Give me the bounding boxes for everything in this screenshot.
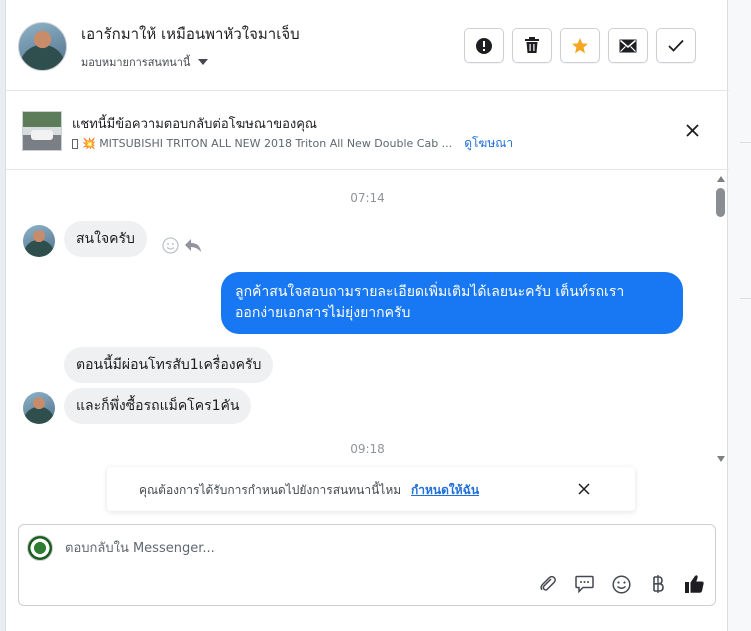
contact-avatar[interactable] [18, 22, 67, 71]
mark-done-button[interactable] [656, 28, 696, 63]
exclamation-circle-icon [476, 37, 492, 54]
scroll-up-arrow-icon[interactable] [717, 176, 725, 182]
ad-thumbnail[interactable] [22, 111, 62, 151]
outgoing-message-line: ออกง่ายเอกสารไม่ยุ่งยากครับ [235, 305, 411, 321]
message-thread: 07:14 สนใจครับ ลูกค้าสนใจสอบถามรายละเอีย… [6, 171, 729, 463]
conversation-header: เอารักมาให้ เหมือนพาหัวใจมาเจ็บ มอบหมายก… [6, 0, 729, 91]
reply-input[interactable] [65, 537, 685, 559]
envelope-icon [619, 39, 637, 52]
ad-reply-banner: แชทนี้มีข้อความตอบกลับต่อโฆษณาของคุณ 💥 M… [6, 92, 729, 170]
assign-label: มอบหมายการสนทนานี้ [81, 56, 191, 69]
timestamp: 07:14 [350, 191, 385, 205]
scroll-down-arrow-icon[interactable] [717, 456, 725, 462]
ad-name: 💥 MITSUBISHI TRITON ALL NEW 2018 Triton … [82, 137, 453, 150]
sender-avatar [23, 225, 55, 257]
reply-composer [18, 524, 716, 606]
outgoing-message-line: ลูกค้าสนใจสอบถามรายละเอียดเพิ่มเติมได้เล… [235, 284, 625, 300]
outgoing-message: ลูกค้าสนใจสอบถามรายละเอียดเพิ่มเติมได้เล… [221, 272, 683, 334]
missing-glyph-icon [72, 138, 78, 149]
close-notice-button[interactable] [575, 480, 593, 498]
assign-notice-text: คุณต้องการได้รับการกำหนดไปยังการสนทนานี้… [139, 481, 479, 500]
assign-dropdown[interactable]: มอบหมายการสนทนานี้ [81, 53, 209, 71]
divider [740, 298, 751, 299]
attach-button[interactable] [537, 573, 559, 595]
assign-notice-question: คุณต้องการได้รับการกำหนดไปยังการสนทนานี้… [139, 483, 402, 497]
star-button[interactable] [560, 28, 600, 63]
ad-banner-title: แชทนี้มีข้อความตอบกลับต่อโฆษณาของคุณ [72, 117, 317, 132]
incoming-message: และก็พึ่งซื้อรถแม็คโคร1คัน [64, 388, 252, 424]
paperclip-icon [540, 575, 556, 591]
assign-to-me-link[interactable]: กำหนดให้ฉัน [411, 483, 479, 497]
report-button[interactable] [464, 28, 504, 63]
incoming-message: สนใจครับ [64, 221, 147, 257]
caret-down-icon [198, 59, 209, 65]
incoming-message: ตอนนี้มีผ่อนโทรสับ1เครื่องครับ [64, 347, 274, 383]
trash-icon [525, 37, 539, 53]
assign-notice: คุณต้องการได้รับการกำหนดไปยังการสนทนานี้… [107, 467, 635, 511]
timestamp: 09:18 [350, 442, 385, 456]
thumbs-up-icon [684, 575, 704, 593]
baht-icon [653, 575, 664, 593]
scroll-thumb[interactable] [716, 188, 725, 217]
reply-icon[interactable] [184, 236, 202, 254]
delete-button[interactable] [512, 28, 552, 63]
view-ad-link[interactable]: ดูโฆษณา [464, 134, 513, 153]
reaction-smiley-icon[interactable] [161, 236, 179, 254]
conversation-panel: เอารักมาให้ เหมือนพาหัวใจมาเจ็บ มอบหมายก… [5, 0, 729, 631]
like-button[interactable] [683, 573, 705, 595]
smiley-icon [611, 574, 631, 594]
emoji-button[interactable] [610, 573, 632, 595]
contact-name[interactable]: เอารักมาให้ เหมือนพาหัวใจมาเจ็บ [81, 22, 300, 46]
page-avatar [27, 535, 53, 561]
thread-scrollbar[interactable] [715, 174, 727, 464]
close-icon [685, 123, 699, 137]
divider [740, 142, 751, 143]
sender-avatar [23, 392, 55, 424]
payment-button[interactable] [647, 573, 669, 595]
star-icon [572, 37, 588, 53]
close-banner-button[interactable] [682, 120, 702, 140]
close-icon [578, 483, 590, 495]
right-strip [728, 0, 751, 631]
mark-unread-button[interactable] [608, 28, 648, 63]
ad-banner-subtitle: 💥 MITSUBISHI TRITON ALL NEW 2018 Triton … [72, 134, 513, 153]
check-icon [668, 39, 684, 52]
saved-replies-button[interactable] [573, 573, 595, 595]
chat-bubble-icon [574, 575, 594, 593]
